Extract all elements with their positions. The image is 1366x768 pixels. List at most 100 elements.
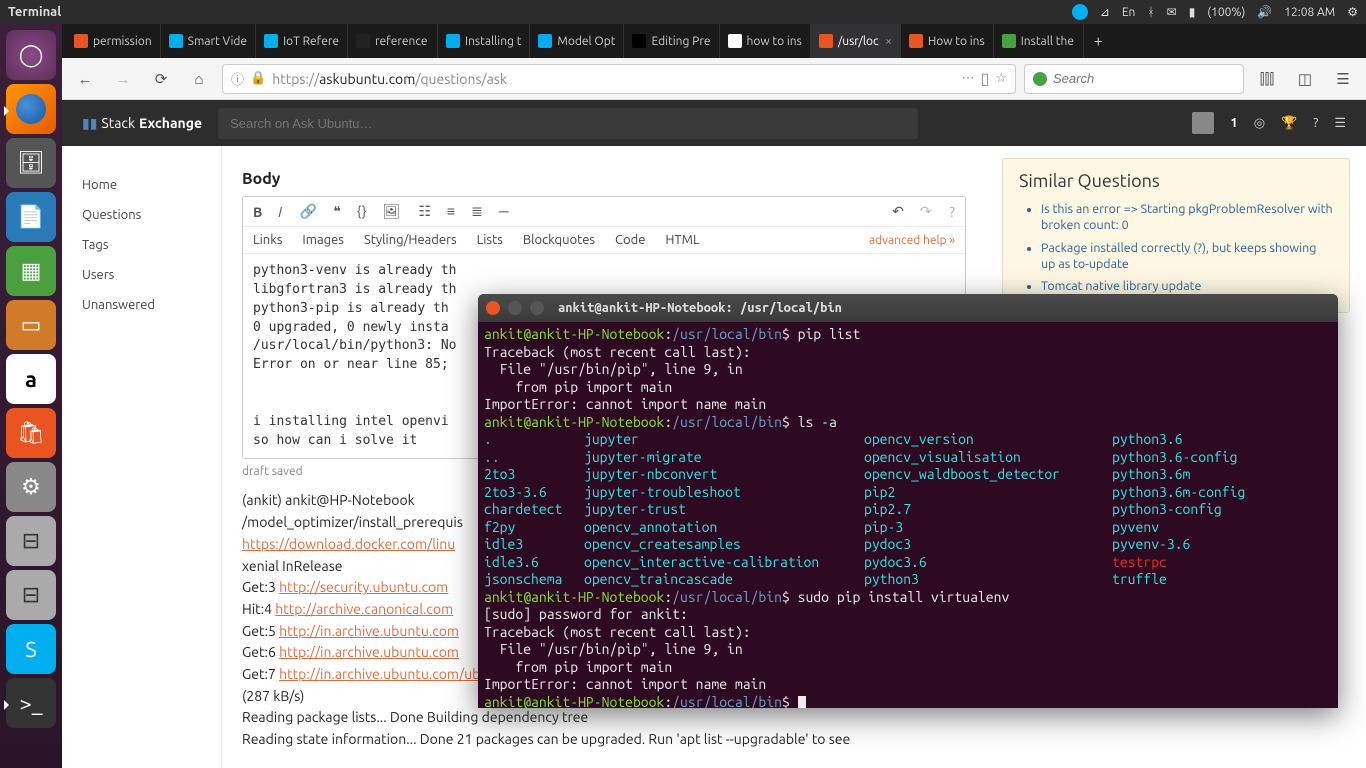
hr-button[interactable]: ─ (499, 203, 509, 220)
info-icon[interactable]: ⓘ (231, 69, 244, 88)
browser-tab[interactable]: Model Opt (530, 24, 624, 58)
search-input[interactable] (1053, 71, 1235, 86)
inbox-icon[interactable]: ◎ (1254, 116, 1265, 131)
browser-tab[interactable]: reference (348, 24, 438, 58)
leftnav-item[interactable]: Home (82, 170, 221, 200)
settings-icon[interactable]: ⚙ (6, 462, 56, 512)
menu-icon[interactable]: ☰ (1328, 64, 1358, 94)
browser-tab[interactable]: Editing Pre (624, 24, 719, 58)
browser-tab[interactable]: how to ins (720, 24, 811, 58)
window-maximize-button[interactable] (530, 301, 544, 315)
mail-icon[interactable]: ✉ (1167, 5, 1177, 19)
wifi-icon[interactable]: ⊿ (1100, 5, 1110, 19)
software-icon[interactable]: 🛍 (6, 408, 56, 458)
disk-icon-2[interactable]: ⊟ (6, 570, 56, 620)
browser-tab[interactable]: IoT Refere (256, 24, 348, 58)
reputation[interactable]: 1 (1230, 116, 1237, 130)
italic-button[interactable]: I (278, 204, 282, 220)
bluetooth-icon[interactable]: ᚼ (1147, 6, 1154, 19)
volume-icon[interactable]: 🔊 (1257, 5, 1272, 19)
editor-tab[interactable]: Blockquotes (523, 233, 595, 247)
se-menu-icon[interactable]: ☰ (1334, 116, 1346, 131)
editor-tab[interactable]: Images (302, 233, 344, 247)
dash-icon[interactable]: ◯ (6, 30, 56, 80)
preview-link[interactable]: http://in.archive.ubuntu.com (279, 623, 459, 639)
window-minimize-button[interactable] (508, 301, 522, 315)
editor-help-icon[interactable]: ? (950, 204, 955, 220)
similar-item[interactable]: Tomcat native library update (1041, 278, 1333, 294)
disk-icon-1[interactable]: ⊟ (6, 516, 56, 566)
url-more-icon[interactable]: ⋯ (962, 71, 975, 86)
se-search-input[interactable] (218, 108, 918, 139)
help-icon[interactable]: ? (1313, 116, 1318, 130)
window-close-button[interactable] (486, 301, 500, 315)
forward-button[interactable]: → (108, 64, 138, 94)
terminal-launcher-icon[interactable]: >_ (6, 678, 56, 728)
quote-button[interactable]: ❝ (333, 203, 341, 220)
preview-link[interactable]: http://archive.canonical.com (275, 601, 453, 617)
firefox-icon[interactable] (6, 84, 56, 134)
battery-icon[interactable]: ▮ (1189, 5, 1196, 19)
advanced-help-link[interactable]: advanced help » (869, 234, 955, 247)
tab-close-icon[interactable]: × (885, 35, 892, 48)
undo-button[interactable]: ↶ (892, 203, 904, 220)
amazon-icon[interactable]: a (6, 354, 56, 404)
browser-tab[interactable]: permission (66, 24, 161, 58)
impress-icon[interactable]: ▭ (6, 300, 56, 350)
leftnav-item[interactable]: Tags (82, 230, 221, 260)
editor-tab[interactable]: Lists (477, 233, 503, 247)
editor-tab[interactable]: HTML (665, 233, 699, 247)
avatar[interactable] (1192, 112, 1214, 134)
leftnav-item[interactable]: Unanswered (82, 290, 221, 320)
home-button[interactable]: ⌂ (184, 64, 214, 94)
preview-link[interactable]: http://in.archive.ubuntu.com/ubuntu (279, 666, 510, 682)
leftnav-item[interactable]: Questions (82, 200, 221, 230)
browser-tab[interactable]: Installing t (438, 24, 530, 58)
se-search[interactable] (218, 108, 918, 139)
bold-button[interactable]: B (253, 204, 262, 220)
browser-tab[interactable]: How to ins (901, 24, 994, 58)
similar-item[interactable]: Package installed correctly (?), but kee… (1041, 240, 1333, 273)
new-tab-button[interactable]: + (1084, 24, 1113, 58)
ulist-button[interactable]: ≡ (447, 203, 455, 220)
editor-tab[interactable]: Links (253, 233, 282, 247)
calc-icon[interactable]: ▦ (6, 246, 56, 296)
skype-icon[interactable]: S (6, 624, 56, 674)
sidebar-icon[interactable]: ◫ (1290, 64, 1320, 94)
terminal-body[interactable]: ankit@ankit-HP-Notebook:/usr/local/bin$ … (478, 322, 1338, 708)
preview-link[interactable]: https://download.docker.com/linu (242, 536, 455, 552)
reload-button[interactable]: ⟳ (146, 64, 176, 94)
olist-button[interactable]: ☷ (418, 203, 431, 220)
bookmark-icon[interactable]: ☆ (995, 71, 1007, 86)
link-button[interactable]: 🔗 (300, 203, 317, 220)
skype-indicator[interactable] (1072, 4, 1088, 20)
se-logo[interactable]: ▮▮ StackExchange (82, 115, 202, 132)
reader-icon[interactable]: ▯ (981, 69, 990, 88)
back-button[interactable]: ← (70, 64, 100, 94)
editor-tab[interactable]: Code (615, 233, 645, 247)
writer-icon[interactable]: 📄 (6, 192, 56, 242)
url-bar[interactable]: ⓘ 🔒 https://askubuntu.com/questions/ask … (222, 64, 1016, 94)
heading-button[interactable]: ≣ (471, 203, 483, 220)
image-button[interactable]: 🖼 (383, 203, 401, 220)
achievements-icon[interactable]: 🏆 (1281, 116, 1297, 131)
gear-icon[interactable]: ⚙ (1347, 5, 1358, 19)
browser-tab[interactable]: /usr/loc× (811, 24, 901, 58)
editor-tab[interactable]: Styling/Headers (364, 233, 457, 247)
library-icon[interactable]: ⫿⫿⫿ (1252, 64, 1282, 94)
clock[interactable]: 12:08 AM (1284, 6, 1335, 19)
terminal-titlebar[interactable]: ankit@ankit-HP-Notebook: /usr/local/bin (478, 294, 1338, 322)
browser-tab[interactable]: Install the (994, 24, 1084, 58)
files-icon[interactable]: 🗄 (6, 138, 56, 188)
preview-link[interactable]: http://in.archive.ubuntu.com (279, 644, 459, 660)
search-engine-icon[interactable] (1033, 72, 1047, 86)
leftnav-item[interactable]: Users (82, 260, 221, 290)
browser-tab[interactable]: Smart Vide (161, 24, 256, 58)
search-bar[interactable] (1024, 64, 1244, 94)
terminal-window[interactable]: ankit@ankit-HP-Notebook: /usr/local/bin … (478, 294, 1338, 708)
lang-indicator[interactable]: En (1122, 6, 1136, 19)
redo-button[interactable]: ↷ (920, 203, 932, 220)
code-button[interactable]: {} (357, 203, 367, 220)
similar-item[interactable]: Is this an error => Starting pkgProblemR… (1041, 201, 1333, 234)
preview-link[interactable]: http://security.ubuntu.com (279, 579, 448, 595)
